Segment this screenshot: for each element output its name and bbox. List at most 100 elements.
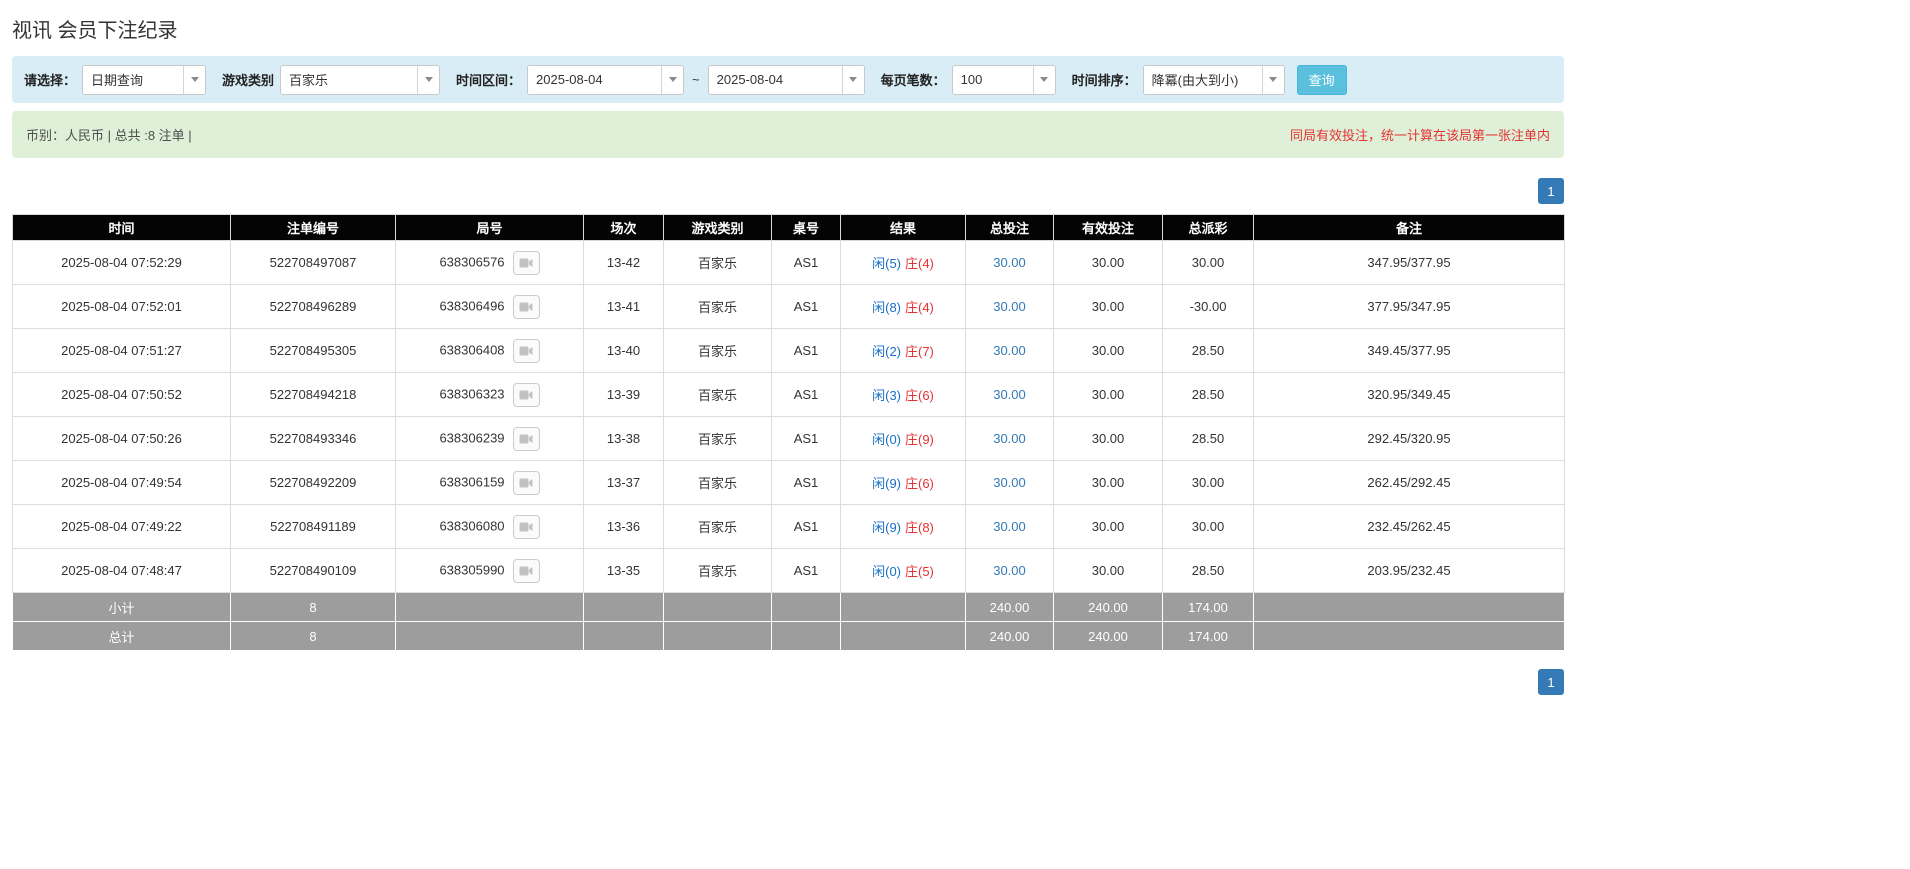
col-header: 游戏类别 [664,215,772,241]
col-header: 局号 [396,215,584,241]
cell-round: 638306496 [396,285,584,329]
date-to-select[interactable] [708,65,865,95]
round-id: 638306159 [439,474,504,489]
video-camera-icon [519,345,533,357]
total-bet-link[interactable]: 30.00 [993,255,1026,270]
cell-total-bet: 30.00 [966,549,1054,593]
subtotal-row: 小计8240.00240.00174.00 [13,593,1565,622]
cell-total-bet: 30.00 [966,285,1054,329]
video-replay-button[interactable] [513,251,540,275]
video-replay-button[interactable] [513,559,540,583]
col-header: 桌号 [772,215,841,241]
result-player: 闲(0) [872,564,901,579]
cell-remark: 203.95/232.45 [1254,549,1565,593]
cell-payout: 30.00 [1163,241,1254,285]
search-button[interactable]: 查询 [1297,65,1347,95]
chevron-down-icon[interactable] [183,66,205,94]
video-camera-icon [519,477,533,489]
date-from-select[interactable] [527,65,684,95]
cell-valid-bet: 30.00 [1054,461,1163,505]
video-replay-button[interactable] [513,383,540,407]
cell-payout: -30.00 [1163,285,1254,329]
video-replay-button[interactable] [513,295,540,319]
filter-label-page-size: 每页笔数： [881,70,946,89]
cell-result: 闲(5)庄(4) [841,241,966,285]
video-replay-button[interactable] [513,427,540,451]
page-size-select[interactable] [952,65,1056,95]
chevron-down-icon[interactable] [1262,66,1284,94]
footer-empty-cell [841,622,966,651]
result-banker: 庄(4) [905,300,934,315]
cell-bet-id: 522708494218 [231,373,396,417]
result-player: 闲(0) [872,432,901,447]
date-type-input[interactable] [83,66,183,94]
cell-total-bet: 30.00 [966,505,1054,549]
total-bet-link[interactable]: 30.00 [993,299,1026,314]
game-type-select[interactable] [280,65,440,95]
cell-result: 闲(3)庄(6) [841,373,966,417]
cell-game-type: 百家乐 [664,461,772,505]
cell-valid-bet: 30.00 [1054,505,1163,549]
game-type-input[interactable] [281,66,417,94]
cell-bet-id: 522708493346 [231,417,396,461]
video-replay-button[interactable] [513,515,540,539]
footer-valid-bet: 240.00 [1054,622,1163,651]
cell-remark: 377.95/347.95 [1254,285,1565,329]
cell-time: 2025-08-04 07:50:26 [13,417,231,461]
total-bet-link[interactable]: 30.00 [993,475,1026,490]
page-button[interactable]: 1 [1538,178,1564,204]
date-type-select[interactable] [82,65,206,95]
footer-empty-cell [1254,622,1565,651]
footer-empty-cell [396,622,584,651]
footer-empty-cell [664,622,772,651]
cell-round: 638305990 [396,549,584,593]
round-id: 638306323 [439,386,504,401]
cell-time: 2025-08-04 07:51:27 [13,329,231,373]
cell-time: 2025-08-04 07:52:29 [13,241,231,285]
chevron-down-icon[interactable] [661,66,683,94]
round-id: 638306576 [439,254,504,269]
sort-order-select[interactable] [1143,65,1285,95]
result-player: 闲(9) [872,520,901,535]
chevron-down-icon[interactable] [842,66,864,94]
cell-valid-bet: 30.00 [1054,329,1163,373]
range-separator: ~ [692,72,700,87]
col-header: 场次 [584,215,664,241]
date-to-input[interactable] [709,66,842,94]
cell-table-no: AS1 [772,373,841,417]
total-bet-link[interactable]: 30.00 [993,431,1026,446]
table-footer: 小计8240.00240.00174.00总计8240.00240.00174.… [13,593,1565,651]
result-banker: 庄(7) [905,344,934,359]
round-id: 638306080 [439,518,504,533]
cell-game-type: 百家乐 [664,285,772,329]
table-row: 2025-08-04 07:50:26522708493346638306239… [13,417,1565,461]
video-replay-button[interactable] [513,339,540,363]
page-size-input[interactable] [953,66,1033,94]
chevron-down-icon[interactable] [1033,66,1055,94]
cell-bet-id: 522708492209 [231,461,396,505]
cell-table-no: AS1 [772,329,841,373]
chevron-down-icon[interactable] [417,66,439,94]
page-button[interactable]: 1 [1538,669,1564,695]
result-banker: 庄(8) [905,520,934,535]
video-replay-button[interactable] [513,471,540,495]
total-bet-link[interactable]: 30.00 [993,387,1026,402]
sort-order-input[interactable] [1144,66,1262,94]
cell-round: 638306080 [396,505,584,549]
cell-table-no: AS1 [772,461,841,505]
video-camera-icon [519,301,533,313]
round-id: 638306496 [439,298,504,313]
cell-payout: 28.50 [1163,549,1254,593]
total-bet-link[interactable]: 30.00 [993,563,1026,578]
cell-time: 2025-08-04 07:49:54 [13,461,231,505]
total-bet-link[interactable]: 30.00 [993,519,1026,534]
cell-table-no: AS1 [772,285,841,329]
result-player: 闲(9) [872,476,901,491]
cell-session: 13-39 [584,373,664,417]
total-bet-link[interactable]: 30.00 [993,343,1026,358]
footer-label: 小计 [13,593,231,622]
video-camera-icon [519,521,533,533]
pagination-bottom: 1 [12,669,1564,695]
date-from-input[interactable] [528,66,661,94]
result-player: 闲(2) [872,344,901,359]
